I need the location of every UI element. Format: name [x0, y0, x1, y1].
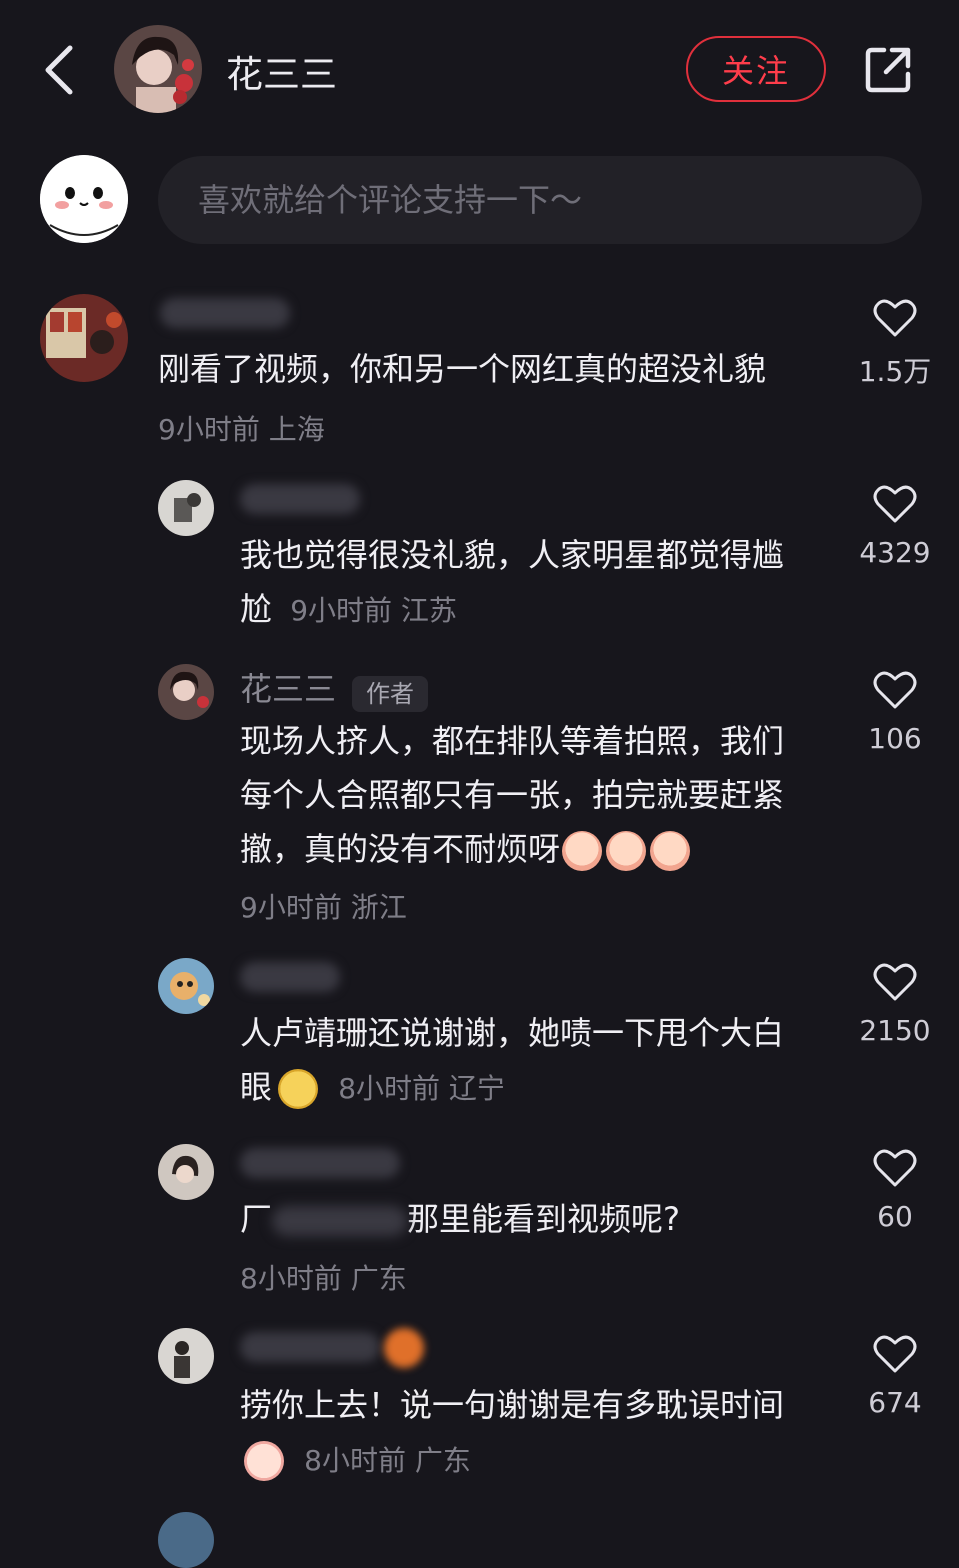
heart-icon[interactable]: [873, 670, 917, 710]
comment-text: 捞你上去！说一句谢谢是有多耽误时间 8小时前 广东: [240, 1378, 800, 1488]
commenter-avatar[interactable]: [158, 958, 214, 1014]
commenter-name-blurred: [160, 298, 290, 328]
like-count: 60: [877, 1200, 913, 1233]
like-group: 674: [857, 1334, 933, 1419]
comment-text: 刚看了视频，你和另一个网红真的超没礼貌: [158, 350, 767, 388]
author-tag: 作者: [352, 675, 429, 712]
back-button[interactable]: [40, 40, 80, 100]
comment-text: 厂那里能看到视频呢?: [240, 1200, 681, 1238]
comment-meta: 8小时前 广东: [240, 1262, 407, 1295]
blush-emoji-icon: [244, 1441, 284, 1481]
crying-emoji-icon: [606, 831, 647, 871]
heart-icon[interactable]: [873, 298, 917, 338]
commenter-avatar[interactable]: [158, 1512, 214, 1568]
author-reply-header: 花三三 作者: [240, 664, 429, 712]
commenter-avatar[interactable]: [158, 480, 214, 536]
heart-icon[interactable]: [873, 1334, 917, 1374]
author-reply-avatar[interactable]: [158, 664, 214, 720]
like-group: 60: [857, 1148, 933, 1233]
comment-meta: 8小时前 广东: [304, 1444, 471, 1477]
commenter-name-blurred: [240, 962, 340, 992]
mention-blurred: [272, 1206, 408, 1236]
commenter-avatar[interactable]: [40, 294, 128, 382]
commenter-name-blurred: [240, 484, 360, 514]
like-count: 1.5万: [858, 355, 932, 388]
eye-roll-emoji-icon: [278, 1069, 319, 1109]
like-group: 1.5万: [857, 298, 933, 390]
commenter-avatar[interactable]: [158, 1144, 214, 1200]
follow-button[interactable]: 关注: [686, 36, 826, 102]
crying-emoji-icon: [650, 831, 691, 871]
comment-meta: 9小时前 江苏: [290, 594, 457, 627]
author-name: 花三三: [226, 53, 337, 96]
author-avatar[interactable]: [114, 25, 202, 113]
comment-text: 现场人挤人，都在排队等着拍照，我们每个人合照都只有一张，拍完就要赶紧撤，真的没有…: [240, 714, 800, 876]
crying-emoji-group: [560, 830, 692, 871]
crying-emoji-icon: [562, 831, 603, 871]
my-avatar: [40, 155, 128, 243]
like-count: 2150: [859, 1014, 931, 1047]
comment-meta: 9小时前 浙江: [240, 891, 407, 924]
comment-text: 我也觉得很没礼貌，人家明星都觉得尴尬 9小时前 江苏: [240, 536, 785, 628]
like-group: 4329: [857, 484, 933, 569]
comment-meta: 9小时前 上海: [158, 413, 325, 446]
comment-text: 人卢靖珊还说谢谢，她啧一下甩个大白眼 8小时前 辽宁: [240, 1006, 800, 1116]
heart-icon[interactable]: [873, 1148, 917, 1188]
like-count: 106: [868, 722, 922, 755]
name-emoji-blurred: [384, 1328, 424, 1368]
commenter-name-blurred: [240, 1332, 380, 1362]
share-out-icon: [865, 47, 911, 93]
like-group: 106: [857, 670, 933, 755]
comment-input[interactable]: [158, 156, 922, 244]
chevron-left-icon: [45, 45, 73, 95]
commenter-name-blurred: [240, 1148, 400, 1178]
heart-icon[interactable]: [873, 484, 917, 524]
commenter-avatar[interactable]: [158, 1328, 214, 1384]
like-count: 4329: [859, 536, 931, 569]
share-button[interactable]: [862, 44, 914, 96]
like-group: 2150: [857, 962, 933, 1047]
heart-icon[interactable]: [873, 962, 917, 1002]
comment-meta: 8小时前 辽宁: [338, 1072, 505, 1105]
commenter-name: 花三三: [240, 670, 337, 708]
like-count: 674: [868, 1386, 922, 1419]
